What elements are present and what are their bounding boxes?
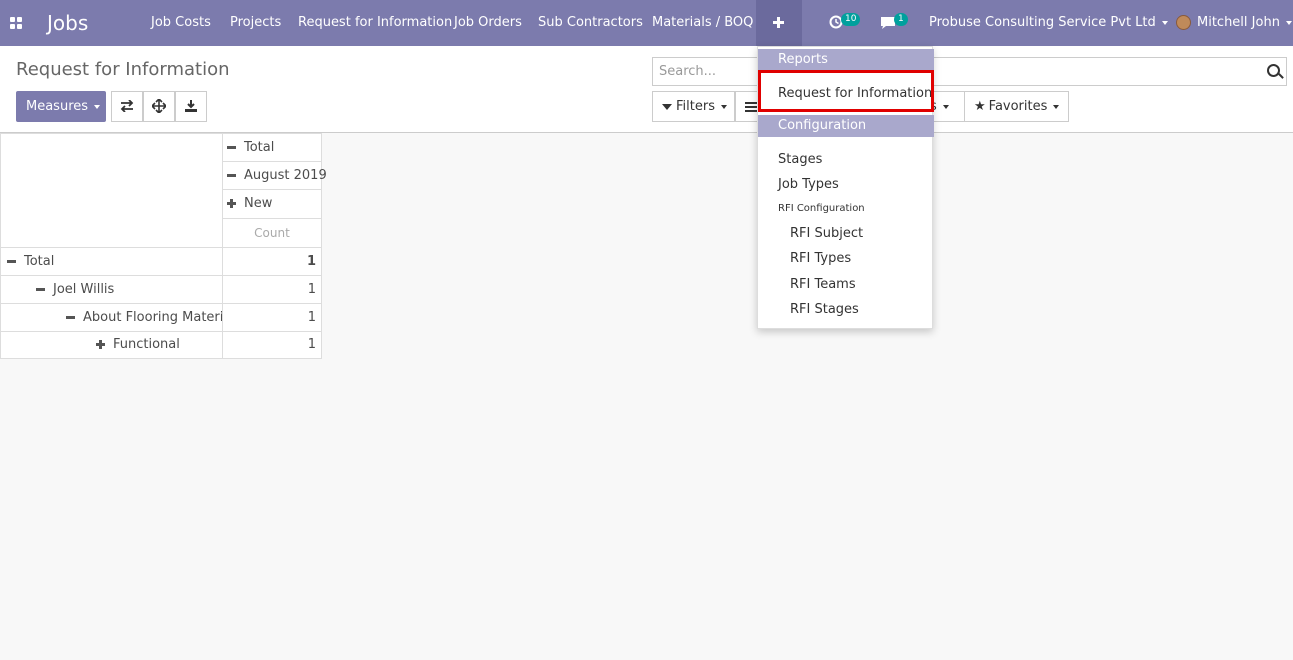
- avatar[interactable]: [1176, 15, 1191, 30]
- download-button[interactable]: [175, 91, 207, 122]
- company-switcher[interactable]: Probuse Consulting Service Pvt Ltd: [929, 0, 1168, 46]
- menu-request-for-information[interactable]: Request for Information: [298, 0, 452, 46]
- menu-job-costs[interactable]: Job Costs: [151, 0, 211, 46]
- list-icon: [745, 101, 757, 112]
- measures-label: Measures: [26, 99, 89, 114]
- collapse-icon: [66, 316, 75, 319]
- chevron-down-icon: [1285, 20, 1292, 25]
- dropdown-item-rfi-types[interactable]: RFI Types: [790, 251, 851, 266]
- highlight-annotation: [758, 70, 934, 112]
- control-panel: Request for Information Measures Search.…: [0, 46, 1293, 133]
- chevron-down-icon: [1161, 20, 1168, 25]
- col-header-total[interactable]: Total: [222, 133, 322, 162]
- arrows-move-icon: [150, 97, 168, 115]
- menu-materials-boq[interactable]: Materials / BOQ: [652, 0, 753, 46]
- star-icon: ★: [974, 99, 986, 114]
- chevron-down-icon: [1053, 104, 1060, 109]
- company-name: Probuse Consulting Service Pvt Ltd: [929, 15, 1156, 30]
- menu-job-orders[interactable]: Job Orders: [454, 0, 522, 46]
- favorites-label: Favorites: [988, 99, 1048, 114]
- page-title: Request for Information: [16, 59, 230, 80]
- dropdown-header-configuration: Configuration: [758, 115, 934, 137]
- search-input[interactable]: Search...: [652, 57, 1287, 86]
- swap-icon: [120, 99, 134, 113]
- user-name: Mitchell John: [1197, 15, 1280, 30]
- expand-all-button[interactable]: [143, 91, 175, 122]
- collapse-icon: [36, 288, 45, 291]
- chevron-down-icon: [94, 104, 101, 109]
- dropdown-header-reports: Reports: [758, 49, 934, 71]
- filters-button[interactable]: Filters: [652, 91, 735, 122]
- chevron-down-icon: [720, 104, 727, 109]
- expand-icon: [96, 340, 105, 349]
- activity-badge: 10: [841, 13, 861, 26]
- dropdown-subheader-rfi-config: RFI Configuration: [778, 203, 865, 214]
- table-cell: 1: [222, 303, 322, 332]
- collapse-icon: [7, 260, 16, 263]
- table-cell: 1: [222, 331, 322, 359]
- dropdown-item-job-types[interactable]: Job Types: [778, 177, 839, 192]
- dropdown-item-stages[interactable]: Stages: [778, 152, 822, 167]
- row-header-type[interactable]: Functional: [0, 331, 223, 359]
- dropdown-item-rfi-stages[interactable]: RFI Stages: [790, 302, 859, 317]
- collapse-icon: [227, 146, 236, 149]
- row-header-subject[interactable]: About Flooring Material: [0, 303, 235, 332]
- dropdown-item-rfi-teams[interactable]: RFI Teams: [790, 277, 856, 292]
- apps-menu-icon[interactable]: [10, 17, 22, 29]
- row-header-total[interactable]: Total: [0, 247, 223, 276]
- measure-header[interactable]: Count: [222, 218, 322, 248]
- collapse-icon: [227, 174, 236, 177]
- table-cell: 1: [222, 275, 322, 304]
- top-navbar: Jobs Job Costs Projects Request for Info…: [0, 0, 1293, 46]
- message-badge: 1: [894, 13, 908, 26]
- plus-menu-tab[interactable]: [756, 0, 802, 46]
- search-icon[interactable]: [1267, 64, 1280, 77]
- flip-axis-button[interactable]: [111, 91, 143, 122]
- user-menu[interactable]: Mitchell John: [1197, 0, 1292, 46]
- filters-label: Filters: [676, 99, 715, 114]
- measures-button[interactable]: Measures: [16, 91, 106, 122]
- search-placeholder: Search...: [659, 64, 717, 79]
- col-header-month[interactable]: August 2019: [222, 161, 327, 190]
- download-icon: [185, 100, 197, 112]
- app-brand[interactable]: Jobs: [47, 0, 88, 46]
- menu-sub-contractors[interactable]: Sub Contractors: [538, 0, 643, 46]
- filter-icon: [662, 103, 672, 110]
- col-header-stage[interactable]: New: [222, 189, 322, 219]
- menu-projects[interactable]: Projects: [230, 0, 281, 46]
- favorites-button[interactable]: ★ Favorites: [964, 91, 1069, 122]
- table-cell: 1: [222, 247, 322, 276]
- row-header-user[interactable]: Joel Willis: [0, 275, 223, 304]
- dropdown-item-rfi-subject[interactable]: RFI Subject: [790, 226, 863, 241]
- expand-icon: [227, 199, 236, 208]
- pivot-corner: [0, 133, 223, 248]
